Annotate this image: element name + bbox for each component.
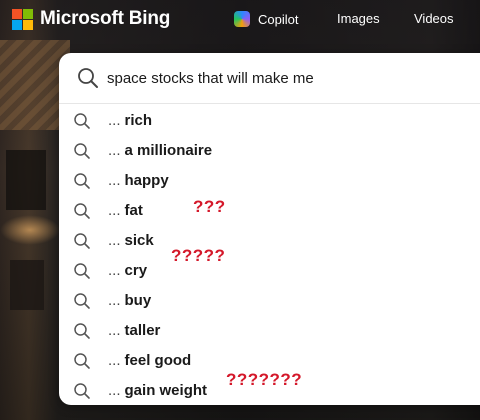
- search-icon: [74, 173, 90, 189]
- nav-videos-label: Videos: [414, 11, 454, 26]
- search-icon: [74, 233, 90, 249]
- suggestion-text: ... buy: [108, 292, 152, 309]
- background-window: [6, 150, 46, 210]
- suggestion-text: ... feel good: [108, 352, 192, 369]
- search-input[interactable]: [107, 67, 467, 89]
- nav-copilot-label: Copilot: [258, 11, 299, 27]
- search-icon: [74, 293, 90, 309]
- suggestion-item[interactable]: ... taller: [59, 315, 480, 345]
- annotation-question-marks: ???: [193, 197, 226, 216]
- suggestion-text: ... fat: [108, 202, 143, 219]
- top-header: Microsoft Bing Copilot Images Videos: [0, 0, 480, 40]
- search-panel: ...rich ...a millionaire ...happy ...fat…: [59, 53, 480, 405]
- search-icon[interactable]: [77, 67, 99, 89]
- suggestion-item[interactable]: ... a millionaire: [59, 135, 480, 165]
- search-icon: [74, 143, 90, 159]
- search-icon: [74, 113, 90, 129]
- suggestion-text: ... cry: [108, 262, 148, 279]
- suggestion-item[interactable]: ... happy: [59, 165, 480, 195]
- suggestion-text: ... a millionaire: [108, 142, 213, 159]
- annotation-question-marks: ???????: [226, 370, 303, 389]
- bing-logo-link[interactable]: Microsoft Bing: [12, 8, 170, 30]
- suggestion-text: ... gain weight: [108, 382, 208, 399]
- microsoft-logo-icon: [12, 8, 33, 30]
- brand-name: Microsoft Bing: [40, 8, 171, 29]
- suggestion-list: ... rich ... a millionaire ... happy ... fat…: [59, 105, 480, 405]
- suggestion-item[interactable]: ... cry: [59, 255, 480, 285]
- search-icon: [74, 353, 90, 369]
- nav-copilot[interactable]: Copilot: [234, 11, 298, 27]
- nav-images-label: Images: [337, 11, 380, 26]
- nav-images[interactable]: Images: [337, 11, 380, 26]
- suggestion-text: ... sick: [108, 232, 154, 249]
- background-window: [10, 260, 44, 310]
- search-icon: [74, 383, 90, 399]
- suggestion-item[interactable]: ... sick: [59, 225, 480, 255]
- copilot-icon: [234, 11, 250, 27]
- suggestion-item[interactable]: ... fat: [59, 195, 480, 225]
- suggestion-item[interactable]: ... rich: [59, 105, 480, 135]
- suggestion-text: ... rich: [108, 112, 153, 129]
- suggestion-text: ... happy: [108, 172, 169, 189]
- search-bar: [59, 53, 480, 104]
- annotation-question-marks: ?????: [171, 246, 226, 265]
- suggestion-text: ... taller: [108, 322, 161, 339]
- search-icon: [74, 323, 90, 339]
- background-light: [0, 215, 60, 245]
- search-icon: [74, 203, 90, 219]
- search-icon: [74, 263, 90, 279]
- nav-videos[interactable]: Videos: [414, 11, 454, 26]
- suggestion-item[interactable]: ... buy: [59, 285, 480, 315]
